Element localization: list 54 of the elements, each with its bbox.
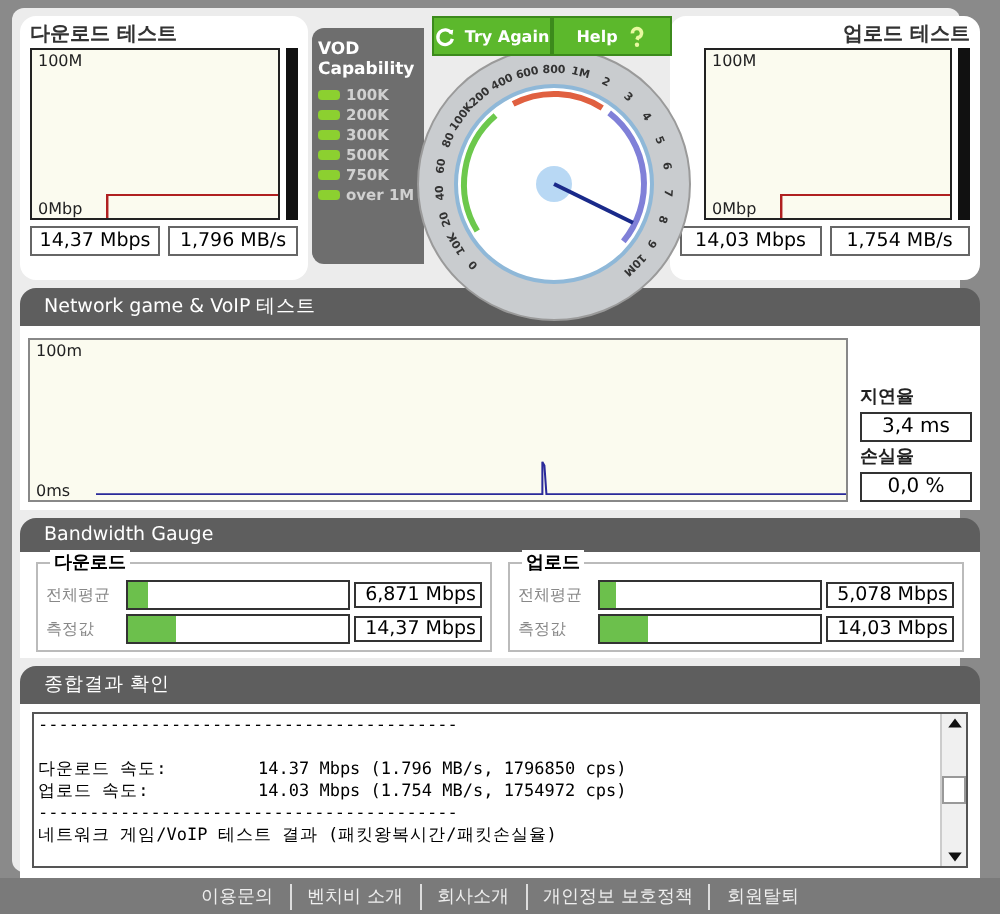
panel-title: 다운로드 테스트 [30,22,177,48]
gauge-label: 측정값 [46,618,96,640]
section-title: 종합결과 확인 [44,674,171,696]
axis-label: 100M [712,52,757,70]
latency-value: 3,4 ms [860,412,972,442]
result-value: 14.03 Mbps (1.754 MB/s, 1754972 cps) [258,782,627,804]
scale-arc [607,110,647,244]
axis-label: 0ms [36,482,71,500]
scroll-down-icon[interactable] [945,848,963,866]
footer-link[interactable]: 개인정보 보호정책 [525,883,709,909]
separator-text: ----------------------------------------- [38,804,460,826]
refresh-icon [434,25,457,47]
result-value: 14.37 Mbps (1.796 MB/s, 1796850 cps) [258,760,627,782]
footer-link[interactable]: 벤치비 소개 [289,883,419,909]
gauge-value: 5,078 Mbps [826,582,954,608]
loss-value: 0,0 % [860,472,972,502]
scale-arc [511,91,604,111]
gauge-label: 전체평균 [518,584,584,606]
vod-title: VOD Capability [318,40,417,81]
result-text-area[interactable] [32,712,968,868]
result-text: 네트워크 게임/VoIP 테스트 결과 (패킷왕복시간/패킷손실율) [38,826,559,848]
gauge-label: 측정값 [518,618,568,640]
scrollbar[interactable] [940,714,966,866]
separator-text: ----------------------------------------- [38,716,460,738]
result-label: 업로드 속도: [38,782,151,804]
gauge-value: 6,871 Mbps [354,582,482,608]
axis-label: 0Mbp [712,200,757,218]
footer-link[interactable]: 이용문의 [185,883,290,909]
panel-title: 업로드 테스트 [843,22,970,48]
section-title: Bandwidth Gauge [44,524,214,546]
rate-readout: 1,796 MB/s [168,226,298,256]
scroll-thumb[interactable] [942,776,966,804]
rate-readout: 1,754 MB/s [829,226,970,256]
speed-readout: 14,37 Mbps [30,226,160,256]
result-label: 다운로드 속도: [38,760,169,782]
axis-label: 100m [36,342,83,360]
loss-label: 손실율 [860,446,916,470]
gauge-label: 전체평균 [46,584,112,606]
section-title: Network game & VoIP 테스트 [44,296,317,318]
axis-label: 100M [38,52,83,70]
footer-link[interactable]: 회원탈퇴 [708,883,815,909]
footer-link[interactable]: 회사소개 [419,883,525,909]
help-icon [625,25,648,47]
retry-button[interactable]: Try Again [432,16,552,56]
dial-needle [536,166,634,225]
group-title: 업로드 [522,550,584,576]
group-title: 다운로드 [50,550,130,576]
speed-readout: 14,03 Mbps [680,226,821,256]
gauge-value: 14,37 Mbps [354,616,482,642]
axis-label: 0Mbp [38,200,83,218]
help-button[interactable]: Help [552,16,672,56]
scroll-up-icon[interactable] [945,714,963,732]
gauge-value: 14,03 Mbps [826,616,954,642]
latency-label: 지연율 [860,386,916,410]
